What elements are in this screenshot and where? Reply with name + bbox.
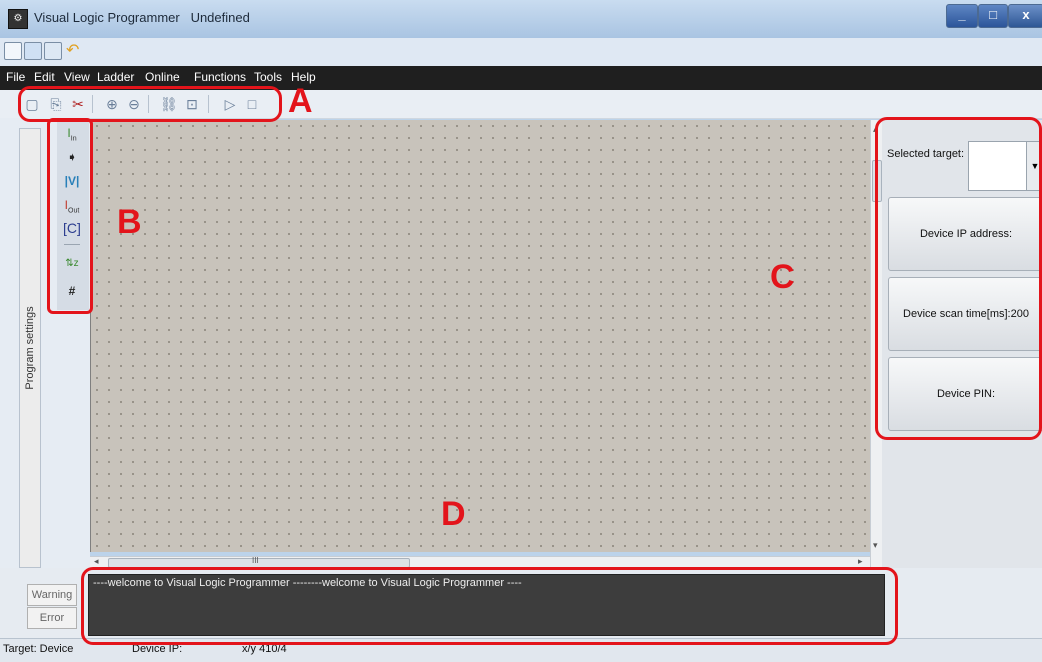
menu-ladder[interactable]: Ladder — [97, 70, 134, 84]
menu-edit[interactable]: Edit — [34, 70, 55, 84]
scroll-left-arrow[interactable]: ◂ — [94, 556, 99, 567]
app-icon: ⚙ — [8, 9, 28, 29]
annotation-box-a — [18, 86, 282, 122]
scroll-down-arrow[interactable]: ▾ — [873, 540, 878, 551]
menu-functions[interactable]: Functions — [194, 70, 246, 84]
annotation-label-c: C — [770, 258, 795, 296]
menu-online[interactable]: Online — [145, 70, 180, 84]
scroll-right-arrow[interactable]: ▸ — [858, 556, 863, 567]
window-title: Visual Logic Programmer Undefined — [34, 10, 250, 25]
maximize-button[interactable]: □ — [978, 4, 1008, 28]
close-button[interactable]: x — [1008, 4, 1042, 28]
quick-access-toolbar — [0, 38, 1042, 67]
error-button[interactable]: Error — [27, 607, 77, 629]
new-file-icon[interactable] — [4, 42, 22, 60]
ladder-canvas[interactable] — [90, 120, 871, 552]
annotation-box-b — [47, 118, 93, 314]
annotation-label-b: B — [117, 203, 142, 241]
warning-button[interactable]: Warning — [27, 584, 77, 606]
scroll-grip: III — [252, 556, 259, 565]
annotation-box-d — [81, 567, 898, 645]
undo-icon[interactable]: ↶ — [66, 40, 79, 60]
program-settings-tab[interactable]: Program settings — [19, 128, 41, 568]
annotation-label-a: A — [288, 82, 313, 120]
save-file-icon[interactable] — [44, 42, 62, 60]
menu-tools[interactable]: Tools — [254, 70, 282, 84]
menu-view[interactable]: View — [64, 70, 90, 84]
menu-file[interactable]: File — [6, 70, 25, 84]
status-target: Target: Device — [3, 643, 74, 655]
minimize-button[interactable]: _ — [946, 4, 978, 28]
annotation-label-d: D — [441, 495, 466, 533]
annotation-box-c — [875, 117, 1042, 440]
open-file-icon[interactable] — [24, 42, 42, 60]
